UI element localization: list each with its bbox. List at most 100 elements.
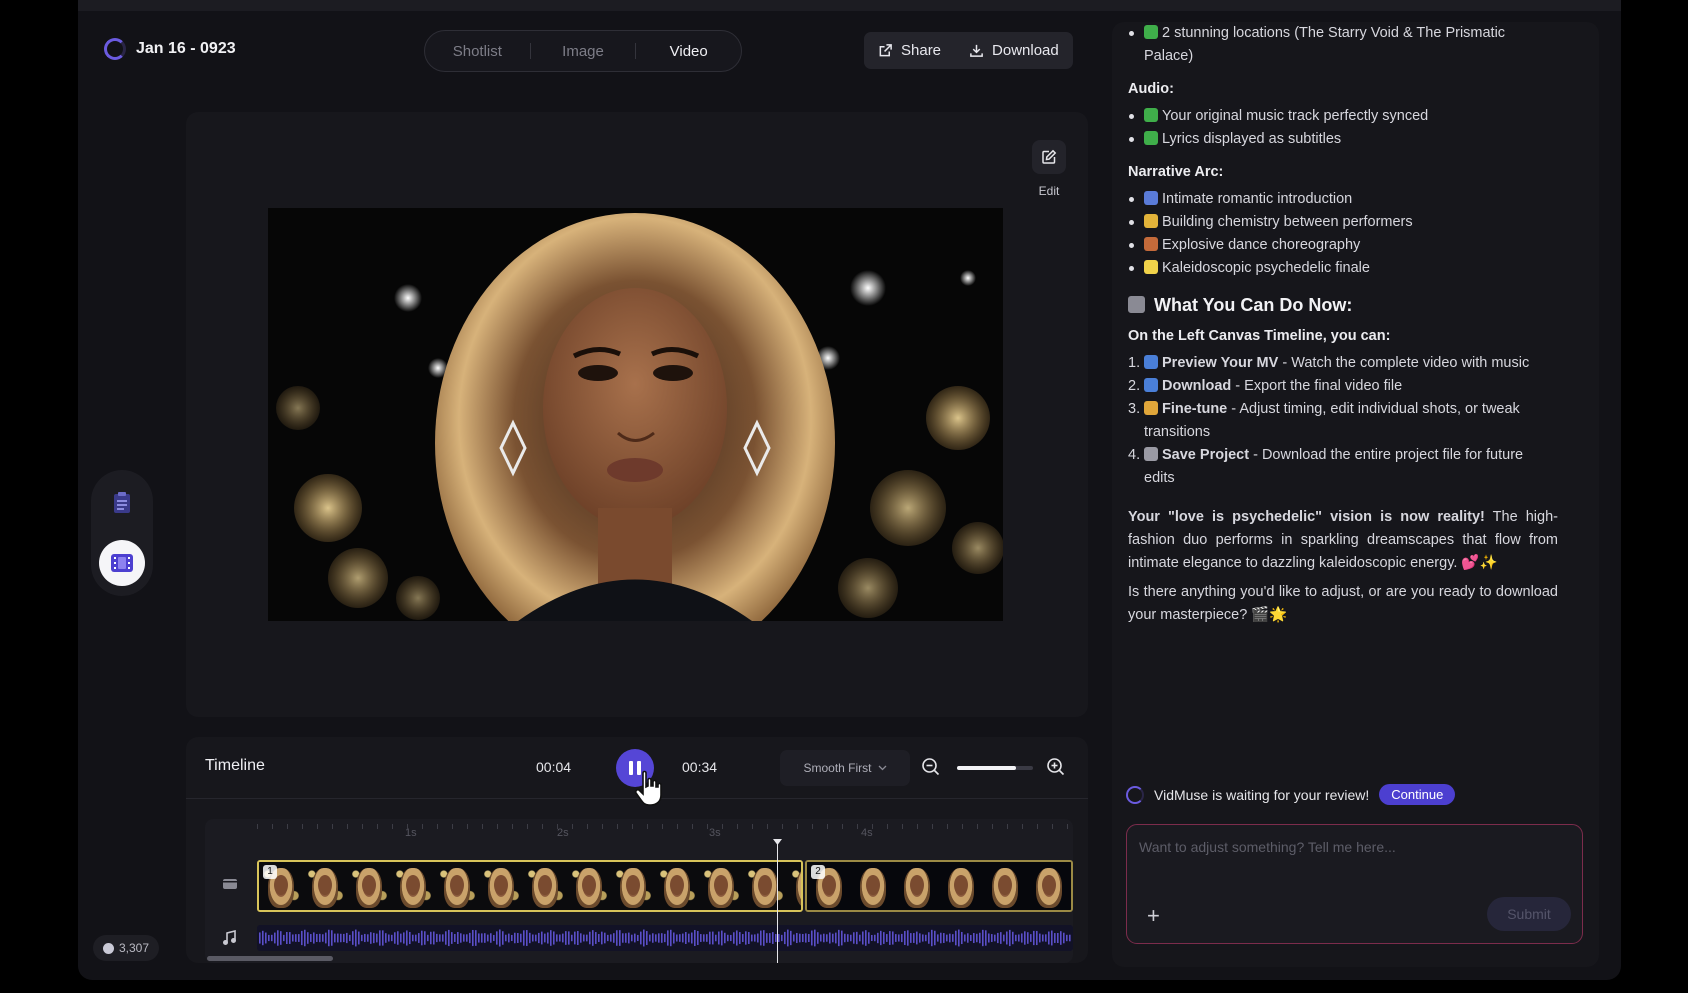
- play-icon: [1144, 355, 1158, 369]
- zoom-slider[interactable]: [957, 766, 1033, 770]
- waveform-bar: [304, 929, 306, 947]
- waveform-bar: [427, 934, 429, 942]
- add-attachment-button[interactable]: +: [1147, 903, 1160, 929]
- waveform-bar: [667, 930, 669, 946]
- timeline-title: Timeline: [205, 757, 265, 774]
- step-item: 2. Download - Export the final video file: [1128, 375, 1546, 398]
- music-note-icon: [223, 930, 236, 945]
- waveform-bar: [685, 932, 687, 944]
- waveform-bar: [370, 932, 372, 944]
- tab-shotlist[interactable]: Shotlist: [425, 43, 530, 60]
- clip-frame-thumbnail: [787, 862, 801, 910]
- video-track-icon: [223, 879, 237, 889]
- step-desc: - Export the final video file: [1231, 378, 1403, 394]
- video-clip-1[interactable]: 1: [257, 860, 803, 912]
- zoom-out-icon[interactable]: [921, 757, 941, 777]
- waveform-bar: [367, 934, 369, 942]
- list-item-text: Intimate romantic introduction: [1162, 191, 1353, 207]
- waveform-bar: [823, 933, 825, 943]
- waveform-bar: [550, 930, 552, 946]
- waveform-bar: [994, 934, 996, 942]
- waveform-bar: [340, 933, 342, 943]
- waveform-bar: [796, 932, 798, 944]
- ruler-tick: [527, 824, 528, 829]
- rail-video-button[interactable]: [99, 540, 145, 586]
- download-button[interactable]: Download: [955, 32, 1073, 69]
- share-icon: [879, 44, 892, 57]
- waveform-bar: [382, 930, 384, 946]
- waveform-bar: [625, 933, 627, 943]
- ruler-tick: [692, 824, 693, 829]
- waveform-bar: [448, 929, 450, 947]
- canvas-heading: On the Left Canvas Timeline, you can:: [1128, 328, 1391, 344]
- waveform-bar: [634, 933, 636, 943]
- list-item-text: Building chemistry between performers: [1162, 214, 1413, 230]
- waveform-bar: [925, 934, 927, 942]
- waveform-bar: [547, 932, 549, 944]
- edit-button[interactable]: [1032, 140, 1066, 174]
- waveform-bar: [562, 933, 564, 943]
- waveform-bar: [982, 929, 984, 947]
- tab-image[interactable]: Image: [531, 43, 636, 60]
- credits-badge[interactable]: 3,307: [93, 935, 160, 961]
- waveform-bar: [496, 931, 498, 945]
- waveform-bar: [1012, 931, 1014, 945]
- waveform-bar: [706, 934, 708, 942]
- playback-mode-select[interactable]: Smooth First: [780, 750, 910, 786]
- waveform-bar: [616, 930, 618, 946]
- ruler-label-2s: 2s: [557, 827, 569, 839]
- audio-track[interactable]: [257, 925, 1073, 951]
- waveform-bar: [748, 932, 750, 944]
- waveform-bar: [832, 933, 834, 943]
- tab-video[interactable]: Video: [636, 43, 741, 60]
- rail-shotlist-button[interactable]: [99, 480, 145, 526]
- ruler-tick: [1067, 824, 1068, 829]
- zoom-in-icon[interactable]: [1046, 757, 1066, 777]
- header-actions: Share Download: [864, 32, 1073, 69]
- waveform-bar: [535, 934, 537, 942]
- video-preview[interactable]: [268, 208, 1003, 621]
- waveform-bar: [439, 934, 441, 942]
- waveform-bar: [745, 931, 747, 945]
- video-clip-2[interactable]: 2: [805, 860, 1073, 912]
- hand-cursor-icon: [634, 770, 662, 806]
- waveform-bar: [274, 932, 276, 944]
- heading-text: What You Can Do Now:: [1154, 295, 1353, 315]
- ruler-tick: [617, 824, 618, 829]
- waveform-bar: [712, 931, 714, 945]
- chat-input[interactable]: [1139, 839, 1559, 879]
- waveform-bar: [328, 929, 330, 947]
- narrative-heading: Narrative Arc:: [1128, 164, 1224, 180]
- timeline-tracks[interactable]: 1s 2s 3s 4s 1 2: [205, 819, 1073, 963]
- waveform-bar: [1069, 934, 1071, 942]
- waveform-bar: [829, 932, 831, 944]
- app-window: Jan 16 - 0923 Shotlist Image Video Share…: [78, 0, 1621, 980]
- ruler-tick: [872, 824, 873, 829]
- waveform-bar: [961, 931, 963, 945]
- waveform-bar: [544, 933, 546, 943]
- horizontal-scrollbar[interactable]: [207, 956, 333, 961]
- share-button[interactable]: Share: [864, 32, 955, 69]
- waveform-bar: [355, 929, 357, 947]
- continue-button[interactable]: Continue: [1379, 784, 1456, 805]
- waveform-bar: [655, 934, 657, 942]
- waveform-bar: [937, 934, 939, 942]
- submit-button[interactable]: Submit: [1487, 897, 1571, 931]
- waveform-bar: [292, 934, 294, 942]
- waveform-bar: [1027, 932, 1029, 944]
- waveform-bar: [442, 934, 444, 942]
- frame-face: [910, 875, 924, 895]
- pencil-icon: [1144, 401, 1158, 415]
- ruler-tick: [782, 824, 783, 829]
- waveform-bar: [940, 932, 942, 944]
- waveform-bar: [664, 933, 666, 943]
- ruler-tick: [812, 824, 813, 829]
- frame-face: [538, 875, 552, 895]
- ruler-tick: [497, 824, 498, 829]
- step-title: Download: [1162, 378, 1232, 394]
- ruler-label-3s: 3s: [709, 827, 721, 839]
- waveform-bar: [490, 933, 492, 943]
- playhead[interactable]: [777, 841, 778, 963]
- waveform-bar: [814, 929, 816, 947]
- frame-face: [626, 875, 640, 895]
